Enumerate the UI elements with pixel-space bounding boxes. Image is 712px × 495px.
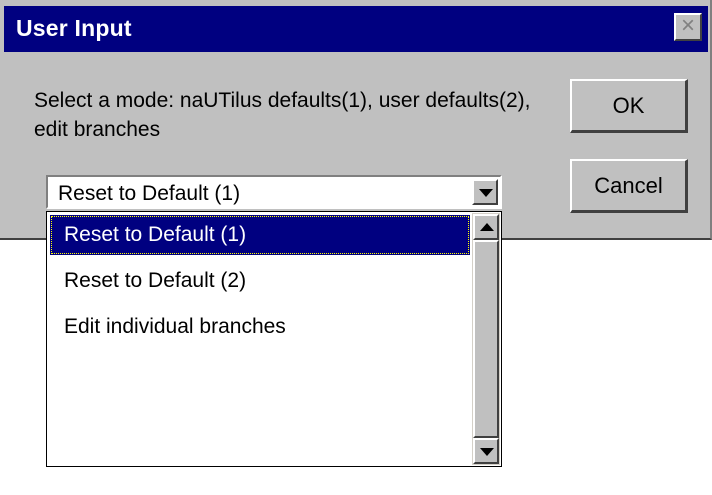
ok-button[interactable]: OK: [570, 79, 688, 133]
scroll-down-button[interactable]: [473, 438, 499, 464]
cancel-button[interactable]: Cancel: [570, 159, 688, 213]
arrow-down-icon: [480, 448, 494, 456]
scroll-up-button[interactable]: [473, 214, 499, 240]
close-button[interactable]: ×: [674, 13, 702, 41]
dialog-title: User Input: [16, 15, 132, 41]
dropdown-option-edit-branches[interactable]: Edit individual branches: [50, 307, 470, 347]
close-icon: ×: [680, 12, 695, 39]
mode-select-value: Reset to Default (1): [58, 182, 241, 205]
arrow-up-icon: [480, 223, 494, 231]
title-bar[interactable]: User Input ×: [4, 6, 708, 52]
mode-select[interactable]: Reset to Default (1): [46, 175, 502, 209]
prompt-text: Select a mode: naUTilus defaults(1), use…: [34, 89, 531, 141]
dropdown-scrollbar[interactable]: [472, 213, 500, 465]
mode-select-dropdown-button[interactable]: [472, 179, 498, 205]
scrollbar-thumb[interactable]: [473, 240, 499, 438]
dropdown-option-reset-default-2[interactable]: Reset to Default (2): [50, 261, 470, 301]
mode-dropdown-list: Reset to Default (1) Reset to Default (2…: [46, 211, 502, 467]
user-input-dialog: User Input × Select a mode: naUTilus def…: [0, 0, 712, 240]
dropdown-option-reset-default-1[interactable]: Reset to Default (1): [50, 215, 470, 255]
chevron-down-icon: [479, 189, 493, 197]
